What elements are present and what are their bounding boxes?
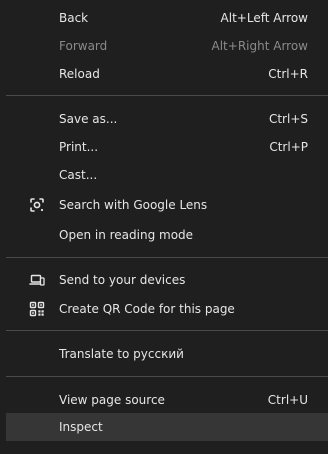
qr-code-icon [29, 301, 45, 317]
menu-item-label: Back [59, 11, 89, 25]
menu-item-label: Inspect [59, 420, 103, 434]
menu-separator [6, 95, 328, 96]
menu-item-shortcut: Ctrl+P [269, 140, 308, 154]
menu-item-label: Search with Google Lens [59, 198, 208, 212]
menu-item-label: Cast... [59, 168, 98, 182]
menu-item-shortcut: Ctrl+R [268, 67, 308, 81]
context-menu: Back Alt+Left Arrow Forward Alt+Right Ar… [0, 0, 328, 454]
menu-item-translate[interactable]: Translate to русский [6, 341, 328, 367]
devices-icon [29, 272, 45, 288]
menu-item-send-to-your-devices[interactable]: Send to your devices [6, 267, 328, 293]
menu-item-cast[interactable]: Cast... [6, 162, 328, 188]
menu-item-shortcut: Ctrl+S [268, 112, 308, 126]
menu-item-forward[interactable]: Forward Alt+Right Arrow [6, 33, 328, 59]
menu-item-create-qr-code[interactable]: Create QR Code for this page [6, 296, 328, 322]
menu-item-label: Open in reading mode [59, 228, 194, 242]
menu-item-shortcut: Alt+Right Arrow [211, 39, 308, 53]
menu-separator [6, 257, 328, 258]
menu-item-view-page-source[interactable]: View page source Ctrl+U [6, 387, 328, 413]
menu-separator [6, 330, 328, 331]
menu-item-search-with-google-lens[interactable]: Search with Google Lens [6, 192, 328, 218]
menu-item-label: View page source [59, 393, 165, 407]
menu-item-label: Send to your devices [59, 273, 186, 287]
menu-item-print[interactable]: Print... Ctrl+P [6, 134, 328, 160]
menu-item-label: Create QR Code for this page [59, 302, 235, 316]
menu-item-save-as[interactable]: Save as... Ctrl+S [6, 106, 328, 132]
google-lens-icon [29, 197, 45, 213]
menu-item-shortcut: Ctrl+U [267, 393, 308, 407]
menu-item-reload[interactable]: Reload Ctrl+R [6, 61, 328, 87]
menu-item-label: Print... [59, 140, 99, 154]
menu-item-back[interactable]: Back Alt+Left Arrow [6, 5, 328, 31]
menu-item-shortcut: Alt+Left Arrow [220, 11, 308, 25]
menu-item-label: Translate to русский [59, 347, 184, 361]
menu-separator [6, 376, 328, 377]
menu-item-label: Forward [59, 39, 108, 53]
menu-item-open-in-reading-mode[interactable]: Open in reading mode [6, 222, 328, 248]
menu-item-label: Reload [59, 67, 100, 81]
menu-item-label: Save as... [59, 112, 118, 126]
menu-item-inspect[interactable]: Inspect [6, 413, 328, 441]
